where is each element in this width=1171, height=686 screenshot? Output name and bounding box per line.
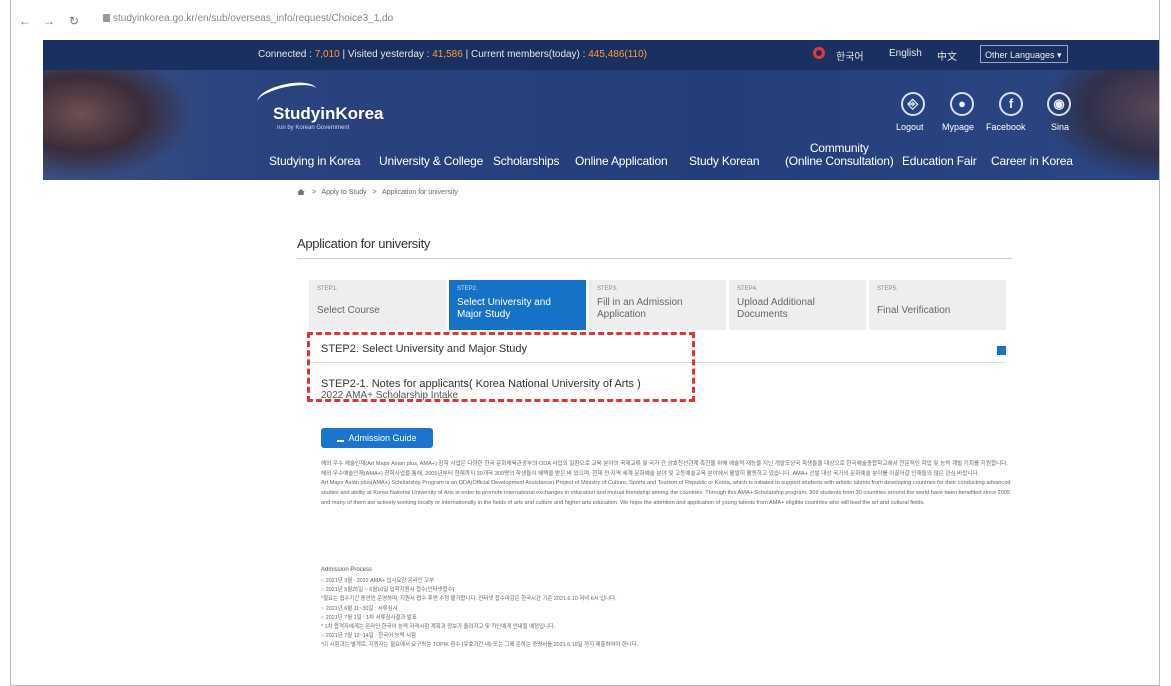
nav-online-application[interactable]: Online Application [575,154,668,168]
breadcrumb-sep: > [311,189,317,196]
nav-career-in-korea[interactable]: Career in Korea [991,154,1073,168]
process-line: ○ 2021년 3월 : 2022 AMA+ 입시요강 온라인 고부 [321,578,435,584]
nav-community-line2: (Online Consultation) [785,154,894,168]
user-icon[interactable]: ● [950,92,974,116]
step-4: STEP4. Upload Additional Documents [729,280,867,330]
back-icon[interactable]: ← [19,14,31,28]
nav-scholarships[interactable]: Scholarships [493,154,560,168]
lang-english-link[interactable]: English [889,48,922,59]
nav-study-korean[interactable]: Study Korean [689,154,760,168]
step-number: STEP5. [877,286,898,292]
members-value: 445,486(110) [588,49,647,60]
members-label: | Current members(today) : [465,49,589,60]
nav-education-fair[interactable]: Education Fair [902,154,977,168]
intro-text: 해외 우수 예술인재(Art Major Asian plus, AMA+) 장… [321,460,1013,509]
search-icon[interactable] [813,47,825,59]
admission-guide-button[interactable]: Admission Guide [321,428,433,448]
step-title: Fill in an Admission Application [597,297,683,320]
address-field[interactable]: studyinkorea.go.kr/en/sub/overseas_info/… [113,13,393,24]
visitor-stats: Connected : 7,010 | Visited yesterday : … [258,49,647,60]
intro-english: Art Major Asian plus(AMA+) Scholarship P… [321,480,1011,506]
step-2: STEP2. Select University and Major Study [449,280,587,330]
step-number: STEP4. [737,286,758,292]
breadcrumb-sep: > [372,189,377,196]
lang-korean-link[interactable]: 한국어 [836,48,864,63]
process-line: *이 시험과는 별개로, 지원자는 필요에서 요구하는 TOPIK 점수 (유효… [321,642,639,649]
admission-guide-label: Admission Guide [348,433,417,443]
process-line: *필요는 접수기간 동안만 운영하며, 지원서 접수 후엔 수정 불가합니다. … [321,596,617,603]
highlight-annotation-box [307,332,695,402]
nav-community[interactable]: Community (Online Consultation) [785,142,894,168]
intro-korean: 해외 우수 예술인재(Art Major Asian plus, AMA+) 장… [321,461,1008,477]
nav-community-line1: Community [809,141,869,155]
step-title: Final Verification [877,305,951,316]
admission-process-title: Admission Process [321,567,373,573]
browser-window: ← → ↻ studyinkorea.go.kr/en/sub/overseas… [10,0,1160,686]
mypage-link[interactable]: Mypage [942,122,974,132]
connected-value: 7,010 [314,49,340,60]
breadcrumb: > Apply to Study > Application for unive… [297,189,458,196]
process-line: ○ 2021년 7월 1일 : 1차 서류심사결과 발표 [321,614,417,621]
reload-icon[interactable]: ↻ [69,14,79,28]
step-title: Select University and Major Study [457,297,551,320]
breadcrumb-apply[interactable]: Apply to Study [322,189,367,196]
step-3: STEP3. Fill in an Admission Application [589,280,727,330]
forward-icon[interactable]: → [43,14,55,28]
process-line: * 1차 합격자에게는 온라인 한국어 능력 자격시험 계획과 정보가 올려지고… [321,624,556,631]
facebook-link[interactable]: Facebook [986,122,1026,132]
step-number: STEP3. [597,286,618,292]
step-5: STEP5. Final Verification [869,280,1007,330]
breadcrumb-current: Application for university [382,189,458,196]
process-line: ○ 2021년 7월 12~14일 : 한국어 능력 시험 [321,633,416,640]
page-title: Application for university [297,236,431,251]
site-info-strip: Connected : 7,010 | Visited yesterday : … [43,40,1159,70]
nav-studying-in-korea[interactable]: Studying in Korea [269,154,361,168]
main-navigation: Studying in Korea University & College S… [43,142,1159,174]
logo-subtitle: run by Korean Government [277,125,350,131]
logo-name: StudyinKorea [273,104,384,123]
lock-icon [103,14,110,22]
title-divider [297,258,1012,259]
process-line: ○ 2021년 5월25일 ~ 6월10일 입학지원서 접수(인터넷접수) [321,587,455,594]
nav-university-college[interactable]: University & College [379,154,483,168]
sina-link[interactable]: Sina [1051,122,1069,132]
process-line: ○ 2021년 6월 11~30일 : 서류심사 [321,605,398,612]
step-number: STEP1. [317,286,338,292]
lang-chinese-link[interactable]: 中文 [937,48,957,63]
weibo-icon[interactable]: ◉ [1047,92,1071,116]
step-title: Select Course [317,305,380,316]
download-icon [337,435,345,442]
logout-link[interactable]: Logout [896,122,924,132]
step-title: Upload Additional Documents [737,297,815,320]
step-1: STEP1. Select Course [309,280,447,330]
connected-label: Connected : [258,49,315,60]
home-icon[interactable] [297,189,305,196]
browser-url-bar: ← → ↻ studyinkorea.go.kr/en/sub/overseas… [11,0,1159,40]
visited-value: 41,586 [432,49,463,60]
other-languages-select[interactable]: Other Languages ▾ [980,45,1068,63]
collapse-icon[interactable] [997,346,1006,355]
application-steps: STEP1. Select Course STEP2. Select Unive… [309,280,1009,330]
logout-icon[interactable]: ⎆ [901,92,925,116]
facebook-icon[interactable]: f [999,92,1023,116]
visited-label: | Visited yesterday : [342,49,433,60]
admission-process-list: ○ 2021년 3월 : 2022 AMA+ 입시요강 온라인 고부 ○ 202… [321,577,1011,651]
step-number: STEP2. [457,286,478,292]
site-header: StudyinKorea run by Korean Government ⎆ … [43,70,1159,180]
